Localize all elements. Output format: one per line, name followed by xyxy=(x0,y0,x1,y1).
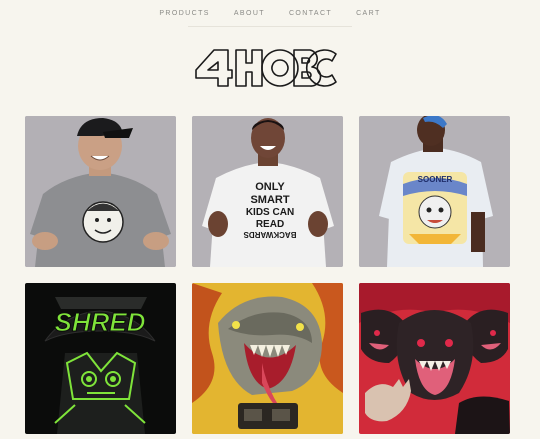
shirt-text-line5: BACKWARDS xyxy=(243,230,297,239)
shirt-graphic-text: SOONER xyxy=(418,175,453,184)
nav-about[interactable]: ABOUT xyxy=(234,10,265,17)
product-shirt-2[interactable]: ONLY SMART KIDS CAN READ BACKWARDS xyxy=(192,116,343,267)
product-shirt-4[interactable]: SHRED xyxy=(25,283,176,434)
shirt-text-line1: ONLY xyxy=(255,181,285,193)
nav-divider xyxy=(188,26,352,27)
product-shirt-3[interactable]: SOONER xyxy=(359,116,510,267)
nav-products[interactable]: PRODUCTS xyxy=(159,10,209,17)
product-shirt-1[interactable] xyxy=(25,116,176,267)
main-nav: PRODUCTS ABOUT CONTACT CART xyxy=(0,10,540,17)
nav-cart[interactable]: CART xyxy=(356,10,381,17)
product-grid: ONLY SMART KIDS CAN READ BACKWARDS SOONE… xyxy=(25,116,510,434)
product-shirt-5[interactable] xyxy=(192,283,343,434)
nav-contact[interactable]: CONTACT xyxy=(289,10,332,17)
shred-title: SHRED xyxy=(54,307,145,337)
shirt-text-line3: KIDS CAN xyxy=(246,207,294,218)
product-shirt-6[interactable] xyxy=(359,283,510,434)
shirt-text-line2: SMART xyxy=(250,194,289,206)
shirt-text-line4: READ xyxy=(256,219,284,230)
brand-logo[interactable] xyxy=(194,46,338,90)
